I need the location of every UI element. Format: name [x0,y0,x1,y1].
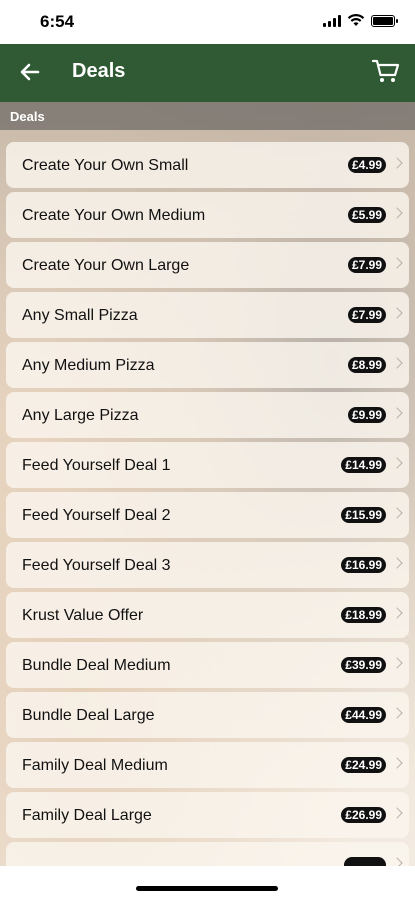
price-badge: £16.99 [341,557,386,573]
home-area [0,866,415,900]
price-badge: £4.99 [347,157,386,173]
chevron-right-icon [391,707,403,719]
deal-name: Krust Value Offer [22,607,144,624]
chevron-right-icon [391,207,403,219]
deal-name: Bundle Deal Large [22,707,155,724]
signal-icon [323,14,341,27]
price-badge: £7.99 [347,307,386,323]
deal-name: Feed Yourself Deal 3 [22,557,171,574]
deal-name: Family Deal Large [22,807,152,824]
section-header: Deals [0,102,415,130]
chevron-right-icon [391,257,403,269]
battery-icon [371,14,398,27]
price-badge: £8.99 [347,357,386,373]
chevron-right-icon [391,407,403,419]
deal-name: Bundle Deal Medium [22,657,171,674]
deal-item[interactable]: Any Large Pizza £9.99 [6,392,409,438]
deal-name: Create Your Own Medium [22,207,206,224]
chevron-right-icon [391,557,403,569]
deal-item-partial[interactable] [6,842,409,866]
chevron-right-icon [391,607,403,619]
chevron-right-icon [391,357,403,369]
page-title: Deals [72,60,126,82]
deal-name: Feed Yourself Deal 2 [22,507,171,524]
status-bar: 6:54 [0,0,415,44]
deal-item[interactable]: Create Your Own Small £4.99 [6,142,409,188]
price-badge: £14.99 [341,457,386,473]
deal-item[interactable]: Feed Yourself Deal 1 £14.99 [6,442,409,488]
price-badge: £15.99 [341,507,386,523]
deal-item[interactable]: Feed Yourself Deal 3 £16.99 [6,542,409,588]
price-badge: £9.99 [347,407,386,423]
deal-list: Create Your Own Small £4.99 Create Your … [6,142,409,866]
deal-item[interactable]: Bundle Deal Large £44.99 [6,692,409,738]
deal-item[interactable]: Bundle Deal Medium £39.99 [6,642,409,688]
price-badge: £5.99 [347,207,386,223]
deal-name: Family Deal Medium [22,757,168,774]
deal-item[interactable]: Create Your Own Large £7.99 [6,242,409,288]
deal-item[interactable]: Krust Value Offer £18.99 [6,592,409,638]
price-badge: £39.99 [341,657,386,673]
price-badge: £44.99 [341,707,386,723]
chevron-right-icon [391,457,403,469]
deal-item[interactable]: Family Deal Medium £24.99 [6,742,409,788]
chevron-right-icon [391,657,403,669]
section-title: Deals [10,109,45,124]
home-indicator[interactable] [136,886,278,891]
chevron-right-icon [391,757,403,769]
deal-item[interactable]: Family Deal Large £26.99 [6,792,409,838]
chevron-right-icon [391,307,403,319]
chevron-right-icon [391,857,403,866]
deal-name: Create Your Own Large [22,257,190,274]
price-badge: £26.99 [341,807,386,823]
chevron-right-icon [391,157,403,169]
price-badge: £18.99 [341,607,386,623]
price-badge: £7.99 [347,257,386,273]
deal-item[interactable]: Any Small Pizza £7.99 [6,292,409,338]
price-badge: £24.99 [341,757,386,773]
deal-name: Create Your Own Small [22,157,189,174]
status-time: 6:54 [40,12,75,31]
deal-name: Any Small Pizza [22,307,138,324]
cart-icon [371,59,400,82]
deal-name: Any Medium Pizza [22,357,155,374]
arrow-left-icon [20,63,40,81]
wifi-icon [347,14,365,26]
deal-item[interactable]: Create Your Own Medium £5.99 [6,192,409,238]
deal-name: Any Large Pizza [22,407,139,424]
status-icons [323,14,398,27]
price-badge-partial [344,857,386,866]
deal-name: Feed Yourself Deal 1 [22,457,171,474]
deal-item[interactable]: Feed Yourself Deal 2 £15.99 [6,492,409,538]
cart-button[interactable] [371,56,401,86]
chevron-right-icon [391,507,403,519]
back-button[interactable] [16,58,44,86]
deals-content[interactable]: Deals Create Your Own Small £4.99 Create… [0,102,415,866]
deal-item[interactable]: Any Medium Pizza £8.99 [6,342,409,388]
app-header: Deals [0,44,415,102]
chevron-right-icon [391,807,403,819]
